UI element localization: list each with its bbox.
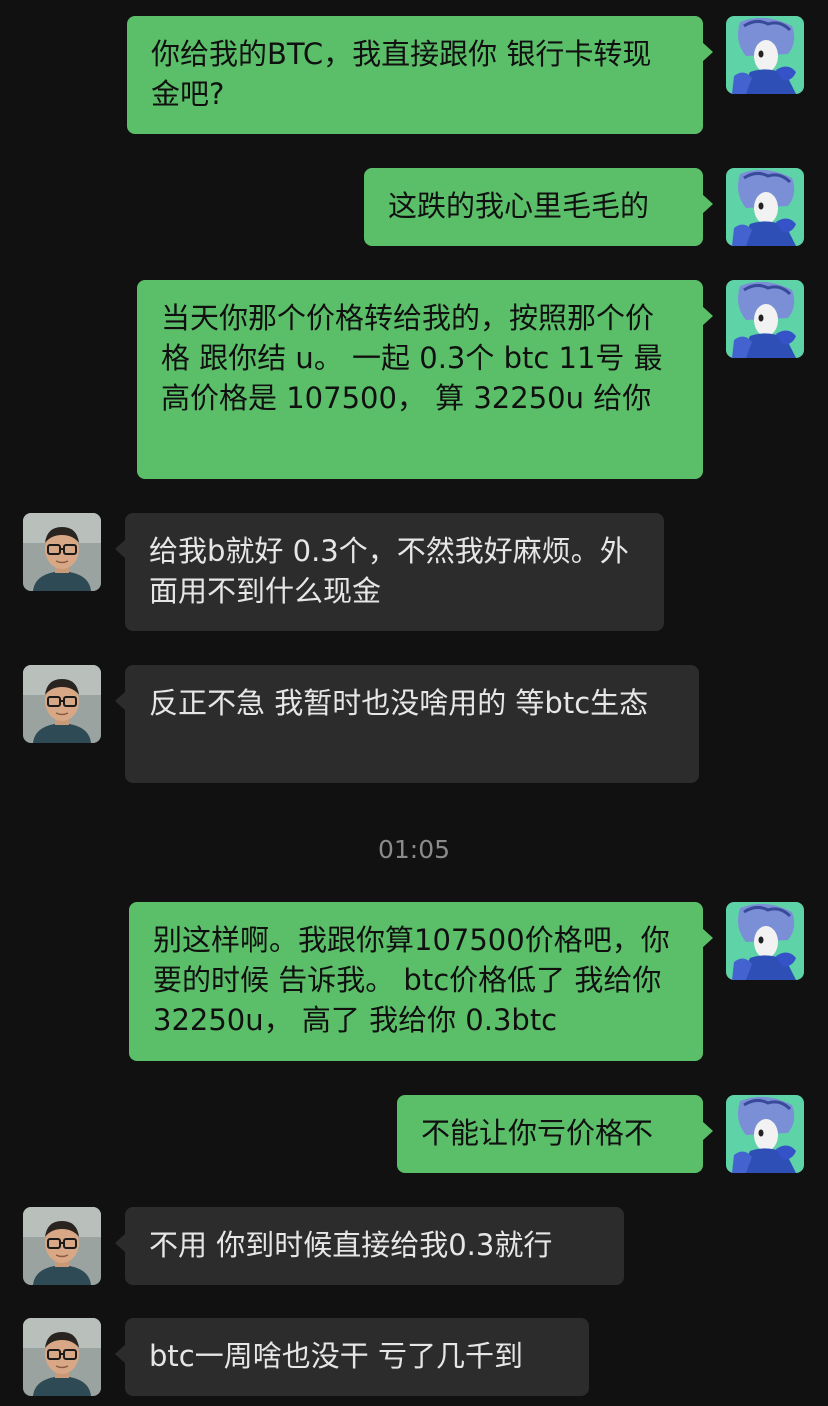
- bubble-tail: [702, 1121, 713, 1141]
- my-avatar-icon[interactable]: [726, 168, 804, 246]
- message-text: 你给我的BTC，我直接跟你 银行卡转现金吧?: [151, 37, 652, 111]
- message-text: 这跌的我心里毛毛的: [388, 189, 650, 223]
- message-bubble-incoming[interactable]: 给我b就好 0.3个，不然我好麻烦。外面用不到什么现金: [115, 513, 664, 631]
- message-bubble-incoming[interactable]: 反正不急 我暂时也没啥用的 等btc生态: [115, 665, 699, 783]
- contact-avatar-icon[interactable]: [23, 1318, 101, 1396]
- anime-character-avatar-icon: [726, 16, 804, 94]
- anime-character-avatar-icon: [726, 1095, 804, 1173]
- bubble-tail: [702, 306, 713, 326]
- message-text: 不能让你亏价格不: [421, 1116, 654, 1150]
- man-with-glasses-avatar-icon: [23, 1207, 101, 1285]
- man-with-glasses-avatar-icon: [23, 1318, 101, 1396]
- my-avatar-icon[interactable]: [726, 902, 804, 980]
- anime-character-avatar-icon: [726, 168, 804, 246]
- message-bubble-outgoing[interactable]: 别这样啊。我跟你算107500价格吧，你要的时候 告诉我。 btc价格低了 我给…: [129, 902, 713, 1061]
- anime-character-avatar-icon: [726, 280, 804, 358]
- message-text: 不用 你到时候直接给我0.3就行: [149, 1228, 553, 1262]
- contact-avatar-icon[interactable]: [23, 1207, 101, 1285]
- bubble-tail: [702, 928, 713, 948]
- bubble-tail: [702, 42, 713, 62]
- message-text: 给我b就好 0.3个，不然我好麻烦。外面用不到什么现金: [149, 534, 629, 608]
- message-bubble-outgoing[interactable]: 你给我的BTC，我直接跟你 银行卡转现金吧?: [127, 16, 713, 134]
- contact-avatar-icon[interactable]: [23, 513, 101, 591]
- message-bubble-incoming[interactable]: btc一周啥也没干 亏了几千到: [115, 1318, 589, 1396]
- bubble-tail: [115, 1233, 126, 1253]
- message-text: btc一周啥也没干 亏了几千到: [149, 1339, 523, 1373]
- bubble-tail: [115, 539, 126, 559]
- message-bubble-outgoing[interactable]: 这跌的我心里毛毛的: [364, 168, 713, 246]
- message-text: 当天你那个价格转给我的，按照那个价格 跟你结 u。 一起 0.3个 btc 11…: [161, 301, 663, 415]
- message-timestamp: 01:05: [377, 835, 451, 864]
- message-bubble-incoming[interactable]: 不用 你到时候直接给我0.3就行: [115, 1207, 624, 1285]
- my-avatar-icon[interactable]: [726, 16, 804, 94]
- anime-character-avatar-icon: [726, 902, 804, 980]
- bubble-tail: [115, 691, 126, 711]
- my-avatar-icon[interactable]: [726, 1095, 804, 1173]
- bubble-tail: [702, 194, 713, 214]
- man-with-glasses-avatar-icon: [23, 513, 101, 591]
- message-bubble-outgoing[interactable]: 不能让你亏价格不: [397, 1095, 713, 1173]
- chat-message-list[interactable]: 你给我的BTC，我直接跟你 银行卡转现金吧? 这跌的我心里毛毛的 当天你那个价格…: [0, 0, 828, 1406]
- bubble-tail: [115, 1344, 126, 1364]
- my-avatar-icon[interactable]: [726, 280, 804, 358]
- message-bubble-outgoing[interactable]: 当天你那个价格转给我的，按照那个价格 跟你结 u。 一起 0.3个 btc 11…: [137, 280, 713, 479]
- man-with-glasses-avatar-icon: [23, 665, 101, 743]
- message-text: 反正不急 我暂时也没啥用的 等btc生态: [149, 686, 649, 720]
- message-text: 别这样啊。我跟你算107500价格吧，你要的时候 告诉我。 btc价格低了 我给…: [153, 923, 670, 1037]
- contact-avatar-icon[interactable]: [23, 665, 101, 743]
